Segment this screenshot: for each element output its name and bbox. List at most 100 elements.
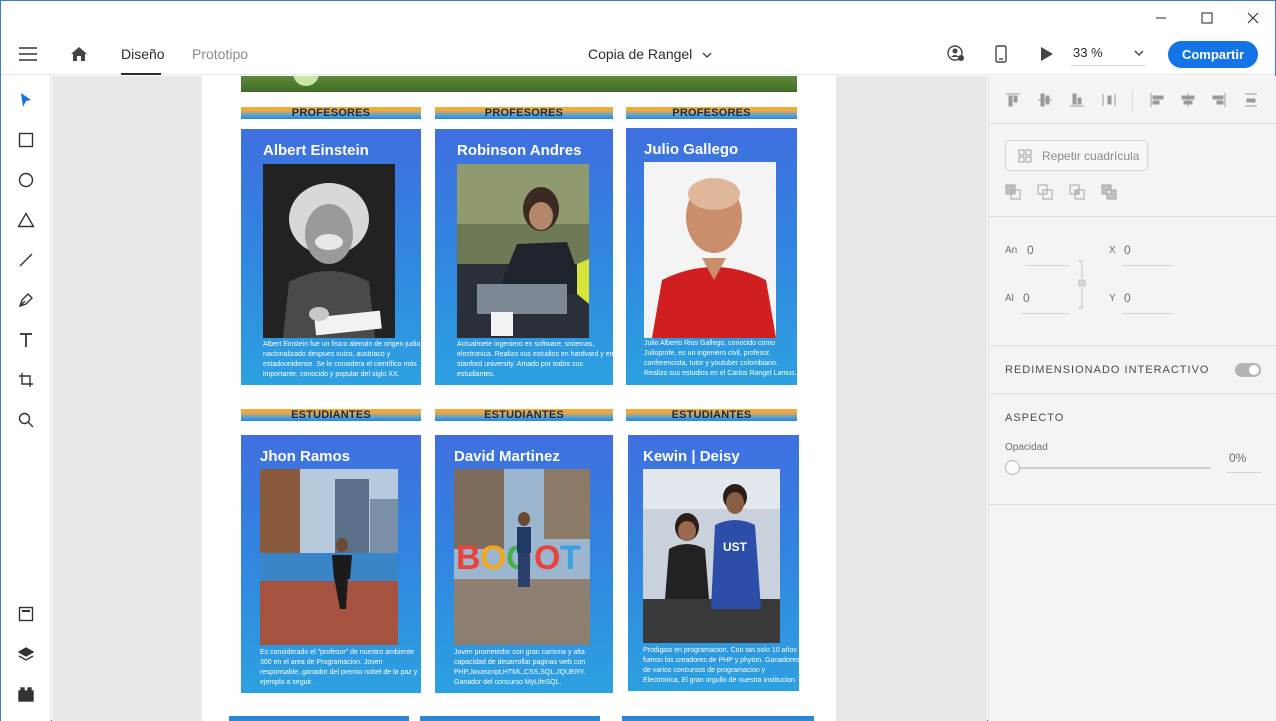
align-top-icon: [1006, 93, 1020, 107]
card-description: Albert Einstein fue un fisico alemán de …: [263, 341, 421, 378]
card-description: Actualmete ingeniero en software, sistem…: [457, 341, 613, 378]
distribute-vertical-button[interactable]: [1101, 92, 1117, 108]
card-name: David Martinez: [454, 448, 560, 465]
boolean-add-button[interactable]: [1005, 184, 1021, 200]
play-icon: [1041, 47, 1053, 61]
device-preview-button[interactable]: [992, 44, 1010, 64]
professor-card[interactable]: Robinson Andres Actualmete ingeniero en …: [435, 129, 613, 385]
line-tool[interactable]: [14, 248, 38, 272]
student-card[interactable]: David Martinez B O G O T Joven prometedo…: [435, 435, 613, 693]
text-icon: [20, 333, 32, 347]
minimize-button[interactable]: [1138, 1, 1184, 34]
plugins-icon: [18, 687, 34, 702]
maximize-button[interactable]: [1184, 1, 1230, 34]
hamburger-menu-button[interactable]: [17, 45, 39, 63]
card-name: Kewin | Deisy: [643, 448, 740, 465]
svg-text:O: O: [480, 539, 506, 577]
distribute-horizontal-button[interactable]: [1243, 92, 1259, 108]
boolean-intersect-button[interactable]: [1069, 184, 1085, 200]
zoom-level[interactable]: 33 %: [1073, 45, 1103, 60]
header-image-strip: [241, 76, 797, 92]
distribute-icon: [1102, 94, 1116, 106]
repeat-grid-label: Repetir cuadrícula: [1042, 148, 1140, 163]
width-underline: [1025, 265, 1069, 266]
card-description: Joven prometedor con gran carisma y alta…: [454, 649, 586, 686]
plugins-panel-button[interactable]: [14, 682, 38, 706]
height-underline: [1021, 313, 1069, 314]
artboard-tool[interactable]: [14, 368, 38, 392]
design-canvas[interactable]: PROFESORES PROFESORES PROFESORES Albert …: [52, 76, 987, 721]
union-icon: [1005, 184, 1021, 200]
align-bottom-button[interactable]: [1069, 92, 1085, 108]
opacity-slider-track[interactable]: [1011, 467, 1211, 469]
document-title-text: Copia de Rangel: [588, 46, 693, 62]
ellipse-tool[interactable]: [14, 168, 38, 192]
tab-prototype[interactable]: Prototipo: [192, 46, 248, 62]
play-preview-button[interactable]: [1038, 44, 1056, 64]
einstein-photo: [263, 164, 395, 338]
align-top-button[interactable]: [1005, 92, 1021, 108]
professor-card[interactable]: Albert Einstein Albert Einstein fue un f…: [241, 129, 421, 385]
pen-tool[interactable]: [14, 288, 38, 312]
section-label-professors: PROFESORES: [626, 107, 797, 119]
triangle-icon: [17, 212, 35, 228]
document-title[interactable]: Copia de Rangel: [588, 46, 712, 62]
rectangle-tool[interactable]: [14, 128, 38, 152]
polygon-tool[interactable]: [14, 208, 38, 232]
opacity-slider-knob[interactable]: [1005, 460, 1020, 475]
intersect-icon: [1069, 184, 1085, 200]
close-window-button[interactable]: [1230, 1, 1276, 34]
y-underline: [1122, 313, 1172, 314]
responsive-resize-toggle[interactable]: [1235, 363, 1261, 377]
x-input[interactable]: 0: [1124, 243, 1131, 257]
share-user-button[interactable]: [946, 44, 966, 64]
professor-card[interactable]: Julio Gallego Julio Alberto Rios Gallego…: [626, 128, 797, 385]
minimize-icon: [1156, 17, 1166, 18]
height-input[interactable]: 0: [1023, 291, 1030, 305]
responsive-resize-label: REDIMENSIONADO INTERACTIVO: [1005, 364, 1210, 376]
opacity-value[interactable]: 0%: [1229, 451, 1246, 465]
width-input[interactable]: 0: [1027, 243, 1034, 257]
boolean-subtract-button[interactable]: [1037, 184, 1053, 200]
chevron-down-icon: [702, 52, 712, 58]
section-label-students: ESTUDIANTES: [241, 409, 421, 421]
artboard[interactable]: PROFESORES PROFESORES PROFESORES Albert …: [202, 76, 836, 721]
align-left-button[interactable]: [1149, 92, 1165, 108]
card-name: Jhon Ramos: [260, 448, 351, 465]
layers-icon: [18, 647, 34, 661]
repeat-grid-button[interactable]: Repetir cuadrícula: [1005, 140, 1148, 171]
user-share-icon: [947, 45, 964, 61]
property-inspector: Repetir cuadrícula An 0 X 0 Al 0 Y 0 RED…: [988, 76, 1276, 721]
home-button[interactable]: [67, 43, 91, 65]
student-card[interactable]: Jhon Ramos Es considerado el "profesor" …: [241, 435, 421, 693]
align-right-button[interactable]: [1211, 92, 1227, 108]
align-center-icon: [1181, 93, 1195, 107]
subtract-icon: [1037, 184, 1053, 200]
tab-design[interactable]: Diseño: [121, 46, 165, 62]
chevron-down-icon: [1134, 50, 1144, 56]
zoom-dropdown-button[interactable]: [1133, 48, 1145, 58]
zoom-tool[interactable]: [14, 408, 38, 432]
section-label-students: ESTUDIANTES: [626, 409, 797, 421]
section-label-professors: PROFESORES: [435, 107, 613, 119]
boolean-exclude-button[interactable]: [1101, 184, 1117, 200]
ball-shape: [293, 76, 319, 86]
mobile-icon: [995, 45, 1007, 63]
text-tool[interactable]: [14, 328, 38, 352]
align-middle-button[interactable]: [1037, 92, 1053, 108]
student-card[interactable]: Kewin | Deisy UST Prodigios en programac…: [628, 435, 799, 691]
zoom-underline: [1071, 65, 1146, 66]
x-underline: [1122, 265, 1172, 266]
height-label: Al: [1005, 293, 1014, 304]
close-icon: [1247, 12, 1259, 23]
card-name: Albert Einstein: [263, 142, 369, 159]
align-center-button[interactable]: [1180, 92, 1196, 108]
exclude-icon: [1101, 184, 1117, 200]
layers-panel-button[interactable]: [14, 642, 38, 666]
share-button[interactable]: Compartir: [1168, 41, 1258, 68]
y-input[interactable]: 0: [1124, 291, 1131, 305]
assets-panel-button[interactable]: [14, 602, 38, 626]
lock-aspect-icon[interactable]: [1077, 260, 1087, 310]
card-description: Es considerado el "profesor" de nuestro …: [260, 649, 418, 686]
select-tool[interactable]: [14, 88, 38, 112]
